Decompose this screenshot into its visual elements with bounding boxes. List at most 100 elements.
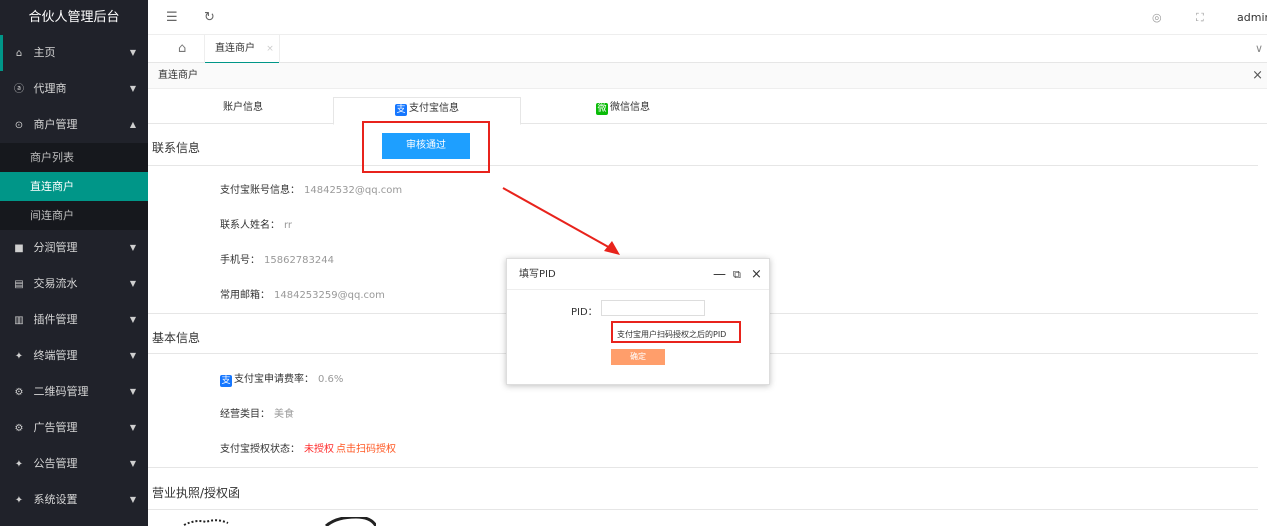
field-value: 1484253259@qq.com [274, 290, 385, 301]
sidebar-item-ads[interactable]: ⚙ 广告管理 ▼ [0, 410, 148, 446]
chevron-down-icon[interactable]: ∨ [1255, 35, 1263, 63]
ad-icon: ⚙ [14, 423, 24, 434]
pid-input[interactable] [601, 300, 705, 316]
user-menu[interactable]: admin [1237, 0, 1267, 35]
top-bar: ☰ ↻ ◎ ⛶ admin [148, 0, 1267, 35]
transaction-icon: ▤ [14, 279, 24, 290]
panel-header: 直连商户 × [148, 63, 1267, 89]
page-tabs-bar: ⌂ 直连商户 × ∨ [148, 35, 1267, 64]
caret-down-icon: ▼ [129, 423, 136, 432]
phone-field: 手机号： 15862783244 [220, 251, 334, 266]
field-label: 常用邮箱： [220, 290, 270, 301]
detail-tabs: 账户信息 支支付宝信息 微微信信息 [148, 89, 1267, 125]
sidebar-item-notices[interactable]: ✦ 公告管理 ▼ [0, 446, 148, 482]
auth-status: 未授权 [304, 444, 334, 455]
sidebar-item-profit[interactable]: ■ 分润管理 ▼ [0, 230, 148, 266]
basic-section-title: 基本信息 [152, 331, 201, 345]
field-label: 支付宝账号信息： [220, 185, 300, 196]
tab-direct-merchant[interactable]: 直连商户 × [204, 35, 280, 64]
field-label: 手机号： [220, 255, 260, 266]
field-label: 联系人姓名： [220, 220, 280, 231]
divider [148, 165, 1258, 166]
field-value: 14842532@qq.com [304, 185, 403, 196]
contact-section-title: 联系信息 [152, 141, 201, 155]
sidebar-item-home[interactable]: ⌂ 主页 ▼ [0, 35, 148, 71]
sidebar-item-plugins[interactable]: ▥ 插件管理 ▼ [0, 302, 148, 338]
sidebar-item-settings[interactable]: ✦ 系统设置 ▼ [0, 482, 148, 518]
maximize-icon[interactable]: ⧉ [733, 259, 741, 290]
sidebar-item-label: 代理商 [33, 82, 67, 95]
email-field: 常用邮箱： 1484253259@qq.com [220, 286, 385, 301]
merchant-icon: ⊙ [14, 120, 24, 131]
home-icon: ⌂ [15, 48, 23, 59]
notice-icon: ✦ [14, 459, 24, 470]
scan-auth-link[interactable]: 点击扫码授权 [336, 444, 396, 455]
minimize-icon[interactable]: — [713, 259, 726, 290]
sidebar-item-label: 终端管理 [33, 349, 78, 362]
alipay-rate-field: 支支付宝申请费率： 0.6% [220, 370, 343, 387]
close-icon[interactable]: × [266, 44, 274, 54]
license-image-preview [183, 517, 376, 526]
close-icon[interactable]: × [751, 259, 762, 290]
caret-up-icon: ▲ [129, 120, 136, 129]
tab-account-info[interactable]: 账户信息 [178, 97, 308, 124]
caret-down-icon: ▼ [129, 243, 136, 252]
field-label: 经营类目： [220, 409, 270, 420]
license-section-title: 营业执照/授权函 [152, 486, 241, 500]
sidebar-item-agent[interactable]: ⓐ 代理商 ▼ [0, 71, 148, 107]
sidebar-item-label: 广告管理 [33, 421, 78, 434]
alipay-account-field: 支付宝账号信息： 14842532@qq.com [220, 181, 402, 196]
settings-icon: ✦ [14, 495, 24, 506]
confirm-button[interactable]: 确定 [611, 349, 665, 365]
sidebar-item-label: 公告管理 [33, 457, 78, 470]
sidebar-item-transactions[interactable]: ▤ 交易流水 ▼ [0, 266, 148, 302]
sidebar-item-label: 系统设置 [33, 493, 78, 506]
caret-down-icon: ▼ [129, 279, 136, 288]
sidebar: 合伙人管理后台 ⌂ 主页 ▼ ⓐ 代理商 ▼ ⊙ 商户管理 ▲ 商户列表 直连商… [0, 0, 148, 526]
business-category-field: 经营类目： 美食 [220, 405, 294, 420]
theme-icon[interactable]: ◎ [1152, 0, 1162, 35]
menu-toggle-icon[interactable]: ☰ [166, 0, 178, 35]
home-tab-icon[interactable]: ⌂ [178, 35, 186, 63]
field-value: 15862783244 [264, 255, 334, 266]
sidebar-item-label: 插件管理 [33, 313, 78, 326]
caret-down-icon: ▼ [129, 84, 136, 93]
terminal-icon: ✦ [14, 351, 24, 362]
tab-label: 微信信息 [610, 102, 650, 113]
field-label: 支付宝授权状态： [220, 444, 300, 455]
caret-down-icon: ▼ [129, 495, 136, 504]
tab-label: 支付宝信息 [409, 103, 459, 114]
sidebar-item-label: 主页 [33, 46, 56, 59]
fullscreen-icon[interactable]: ⛶ [1196, 0, 1204, 35]
tab-wechat-info[interactable]: 微微信信息 [568, 97, 678, 124]
sidebar-subitem-direct-merchant[interactable]: 直连商户 [0, 172, 148, 201]
sidebar-item-terminals[interactable]: ✦ 终端管理 ▼ [0, 338, 148, 374]
caret-down-icon: ▼ [129, 48, 136, 57]
app-title: 合伙人管理后台 [0, 0, 148, 35]
sidebar-item-label: 分润管理 [33, 241, 78, 254]
contact-name-field: 联系人姓名： rr [220, 216, 292, 231]
annotation-arrow [502, 187, 620, 255]
alipay-auth-field: 支付宝授权状态： 未授权 点击扫码授权 [220, 440, 396, 455]
caret-down-icon: ▼ [129, 315, 136, 324]
agent-icon: ⓐ [14, 84, 24, 95]
close-icon[interactable]: × [1252, 63, 1263, 89]
plugin-icon: ▥ [14, 315, 24, 326]
sidebar-item-merchant[interactable]: ⊙ 商户管理 ▲ [0, 107, 148, 143]
sidebar-item-label: 交易流水 [33, 277, 78, 290]
refresh-icon[interactable]: ↻ [204, 0, 215, 35]
wechat-icon: 微 [596, 103, 608, 115]
divider [148, 509, 1258, 510]
panel-title: 直连商户 [158, 70, 198, 81]
field-value: 美食 [274, 409, 294, 420]
sidebar-item-label: 二维码管理 [33, 385, 89, 398]
sidebar-item-qrcode[interactable]: ⚙ 二维码管理 ▼ [0, 374, 148, 410]
sidebar-subitem-indirect-merchant[interactable]: 间连商户 [0, 201, 148, 230]
dialog-header: 填写PID — ⧉ × [507, 259, 769, 290]
dialog-title: 填写PID [519, 269, 556, 280]
field-value: 0.6% [318, 374, 344, 385]
field-value: rr [284, 220, 293, 231]
sidebar-subitem-merchant-list[interactable]: 商户列表 [0, 143, 148, 172]
profit-icon: ■ [14, 243, 24, 254]
alipay-icon: 支 [220, 375, 232, 387]
